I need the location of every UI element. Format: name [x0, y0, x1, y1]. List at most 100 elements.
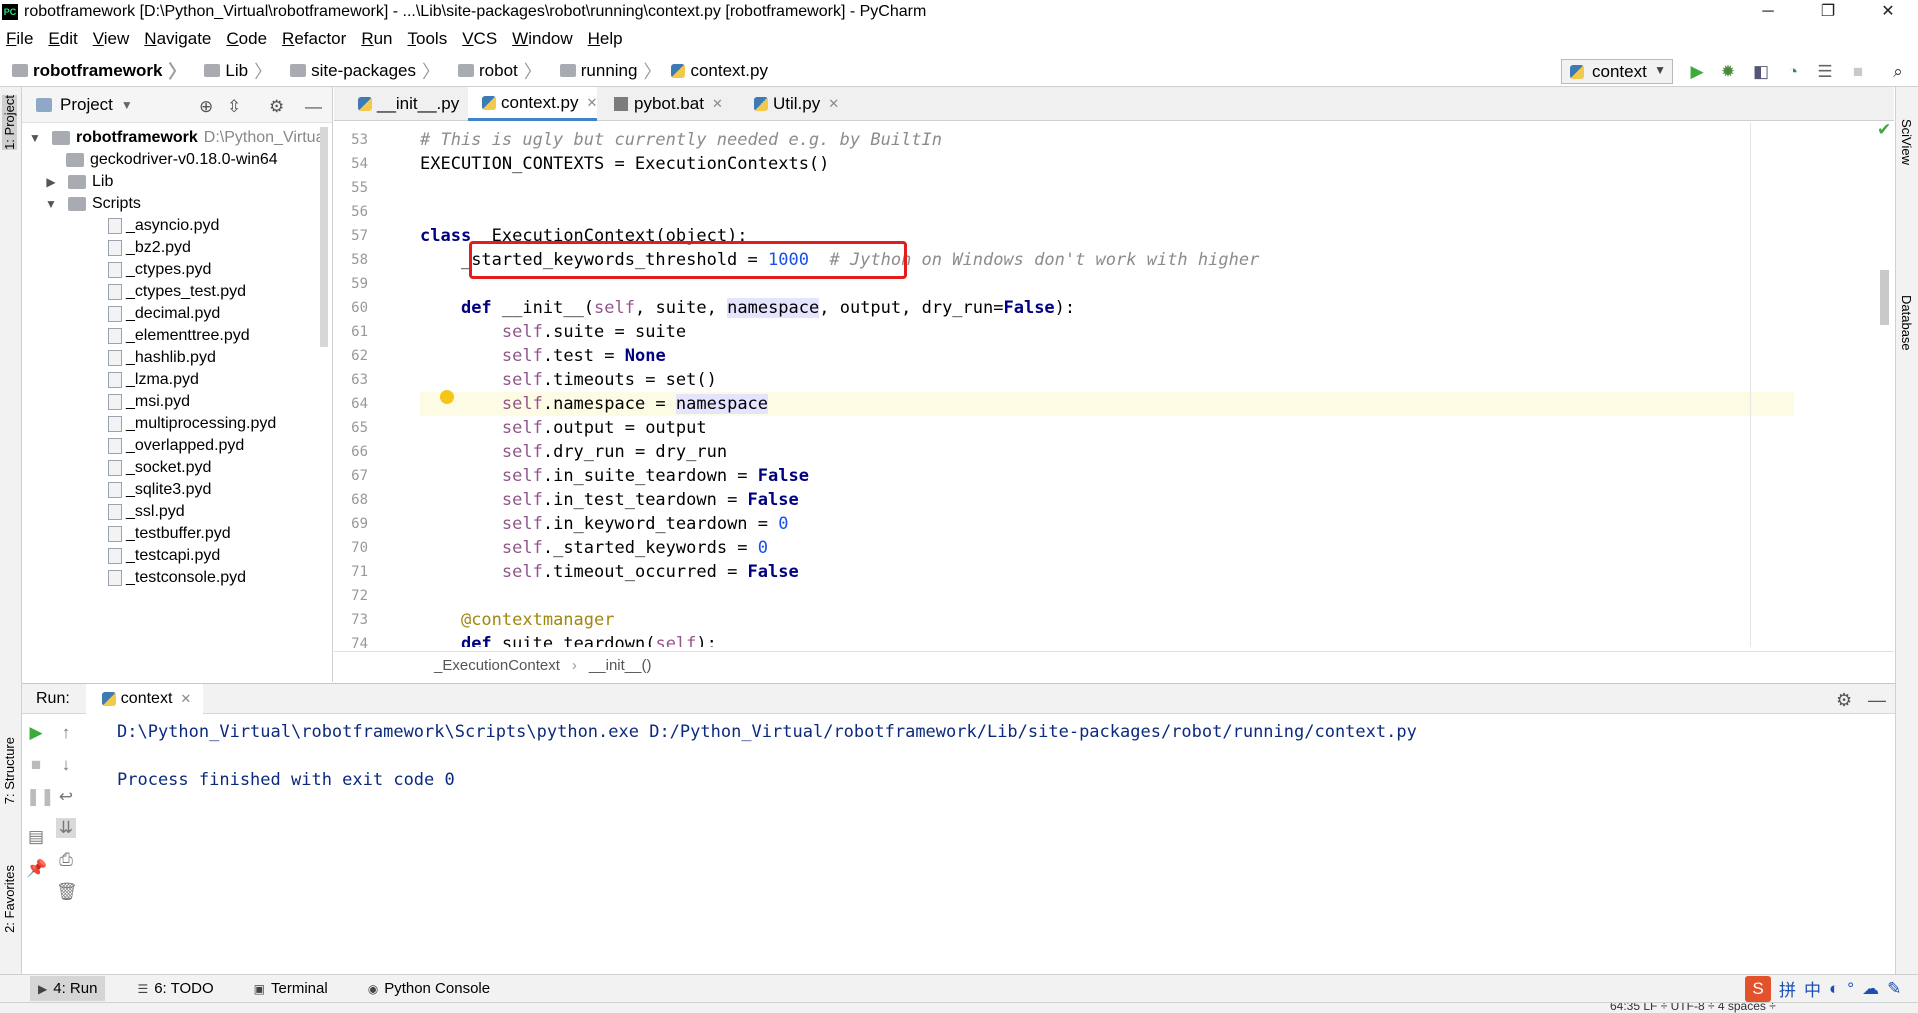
print-icon[interactable]: ⎙	[56, 850, 76, 870]
file-icon	[108, 350, 122, 366]
structure-crumb-class[interactable]: _ExecutionContext	[434, 657, 560, 674]
hide-icon[interactable]: —	[305, 97, 322, 117]
collapse-icon[interactable]: ⇳	[227, 97, 241, 117]
python-file-icon	[101, 691, 116, 706]
ime-toolbar: S 拼 中 ◐ ° ☁ ✎	[1745, 975, 1909, 1002]
structure-crumb-method[interactable]: __init__()	[589, 657, 652, 674]
menu-help[interactable]: Help	[588, 29, 623, 49]
ime-pinyin[interactable]: 拼	[1779, 976, 1796, 1001]
lightbulb-icon[interactable]	[440, 390, 454, 404]
close-icon[interactable]: ✕	[180, 691, 191, 707]
folder-icon	[559, 64, 576, 77]
file-icon	[108, 526, 122, 542]
run-config-select[interactable]: context ▼	[1561, 59, 1673, 84]
arrow-down-icon[interactable]: ↓	[56, 755, 76, 775]
search-icon[interactable]: ⌕	[1889, 63, 1907, 81]
bottom-tab-python-console[interactable]: ◉ Python Console	[360, 976, 498, 1001]
tab-pybot-bat[interactable]: pybot.bat ✕	[604, 87, 723, 121]
soft-wrap-icon[interactable]: ↩	[56, 787, 76, 807]
breadcrumb-running[interactable]: running 〉	[548, 58, 661, 84]
ime-chinese[interactable]: 中	[1804, 976, 1821, 1001]
minimize-button[interactable]: ─	[1738, 0, 1798, 23]
menu-view[interactable]: View	[93, 29, 130, 49]
folder-icon	[68, 197, 86, 211]
breadcrumb-context-py[interactable]: context.py	[667, 61, 768, 81]
tool-tab-favorites[interactable]: 2: Favorites	[2, 865, 17, 933]
breadcrumb-robot[interactable]: robot 〉	[446, 58, 542, 84]
bottom-tab-run[interactable]: ▶ 4: Run	[30, 976, 106, 1001]
pause-icon[interactable]: ❚❚	[26, 787, 55, 807]
tool-tab-sciview[interactable]: SciView	[1899, 119, 1914, 165]
menu-run[interactable]: Run	[361, 29, 392, 49]
ime-tools-icon[interactable]: ✎	[1887, 979, 1901, 999]
python-file-icon	[671, 63, 686, 78]
close-icon[interactable]: ✕	[828, 96, 839, 112]
file-icon	[108, 548, 122, 564]
concurrency-icon[interactable]: ☰	[1816, 63, 1834, 81]
chevron-down-icon[interactable]: ▼	[121, 98, 133, 112]
tool-tab-project[interactable]: 1: Project	[2, 95, 17, 150]
code-line: # This is ugly but currently needed e.g.…	[420, 130, 942, 150]
tab-context-py[interactable]: context.py ✕	[468, 87, 598, 121]
restore-layout-icon[interactable]: ▤	[26, 827, 46, 847]
arrow-up-icon[interactable]: ↑	[56, 723, 76, 743]
ime-skin-icon[interactable]: ☁	[1862, 979, 1879, 999]
menu-edit[interactable]: Edit	[48, 29, 77, 49]
terminal-icon: ▣	[253, 981, 266, 996]
tab-util-py[interactable]: Util.py ✕	[740, 87, 839, 121]
locate-icon[interactable]: ⊕	[199, 97, 213, 117]
close-icon[interactable]: ✕	[712, 96, 723, 112]
restore-button[interactable]: ❐	[1798, 0, 1858, 23]
bottom-tab-todo[interactable]: ☰ 6: TODO	[129, 976, 221, 1001]
breadcrumb-robotframework[interactable]: robotframework 〉	[0, 58, 186, 84]
close-icon[interactable]: ✕	[587, 95, 598, 111]
ime-moon-icon[interactable]: ◐	[1829, 979, 1839, 999]
debug-icon[interactable]: ✹	[1719, 63, 1737, 81]
menu-code[interactable]: Code	[226, 29, 267, 49]
menu-file[interactable]: File	[6, 29, 33, 49]
editor-scrollbar[interactable]	[1880, 270, 1889, 325]
run-icon[interactable]: ▶	[1688, 63, 1706, 81]
project-scrollbar[interactable]	[320, 127, 328, 347]
bottom-tab-terminal[interactable]: ▣ Terminal	[246, 976, 336, 1001]
run-tab-context[interactable]: context ✕	[85, 683, 204, 714]
breadcrumb-site-packages[interactable]: site-packages 〉	[278, 58, 440, 84]
menu-navigate[interactable]: Navigate	[144, 29, 211, 49]
code-line: self.in_keyword_teardown = 0	[501, 514, 789, 534]
menu-vcs[interactable]: VCS	[462, 29, 497, 49]
menu-bar: File Edit View Navigate Code Refactor Ru…	[0, 25, 1918, 53]
sogou-logo-icon[interactable]: S	[1745, 975, 1771, 1002]
menu-refactor[interactable]: Refactor	[282, 29, 346, 49]
hide-icon[interactable]: —	[1868, 690, 1886, 711]
project-panel-header: Project ▼ ⊕ ⇳ ⚙ —	[22, 87, 332, 123]
close-button[interactable]: ✕	[1858, 0, 1918, 23]
gear-icon[interactable]: ⚙	[1836, 690, 1852, 711]
tool-tab-structure[interactable]: 7: Structure	[2, 737, 17, 804]
profile-icon[interactable]: ◔	[1784, 63, 1802, 81]
ime-punct-icon[interactable]: °	[1847, 979, 1854, 999]
menu-tools[interactable]: Tools	[408, 29, 448, 49]
tool-tab-database[interactable]: Database	[1899, 295, 1914, 351]
project-panel-title[interactable]: Project	[60, 95, 113, 115]
rerun-icon[interactable]: ▶	[26, 723, 46, 743]
gear-icon[interactable]: ⚙	[269, 97, 284, 117]
stop-icon[interactable]: ■	[26, 755, 46, 775]
coverage-icon[interactable]: ◧	[1752, 63, 1770, 81]
breadcrumb-lib[interactable]: Lib 〉	[192, 58, 272, 84]
run-toolbar: ▶ ↑ ■ ↓ ❚❚ ↩ ⇊ ▤ ⎙ 📌 🗑	[22, 715, 92, 974]
code-area[interactable]: # This is ugly but currently needed e.g.…	[420, 122, 1840, 647]
run-panel: Run: context ✕ ⚙ — ▶ ↑ ■ ↓ ❚❚ ↩ ⇊ ▤ ⎙ 📌 …	[22, 683, 1895, 973]
tab-init-py[interactable]: __init__.py✕	[344, 87, 478, 121]
navigation-bar: robotframework 〉 Lib 〉 site-packages 〉 robo…	[0, 55, 1918, 87]
code-line: self.in_suite_teardown = False	[501, 466, 809, 486]
scroll-to-end-icon[interactable]: ⇊	[56, 818, 76, 838]
stop-icon[interactable]: ■	[1849, 63, 1867, 81]
trash-icon[interactable]: 🗑	[56, 882, 78, 902]
file-icon	[108, 328, 122, 344]
folder-icon	[204, 64, 221, 77]
pin-icon[interactable]: 📌	[26, 859, 47, 879]
window-controls: ─ ❐ ✕	[1738, 0, 1918, 23]
line-number: 60	[351, 300, 368, 316]
tree-item-file[interactable]: _testconsole.pyd	[108, 565, 246, 591]
menu-window[interactable]: Window	[512, 29, 572, 49]
